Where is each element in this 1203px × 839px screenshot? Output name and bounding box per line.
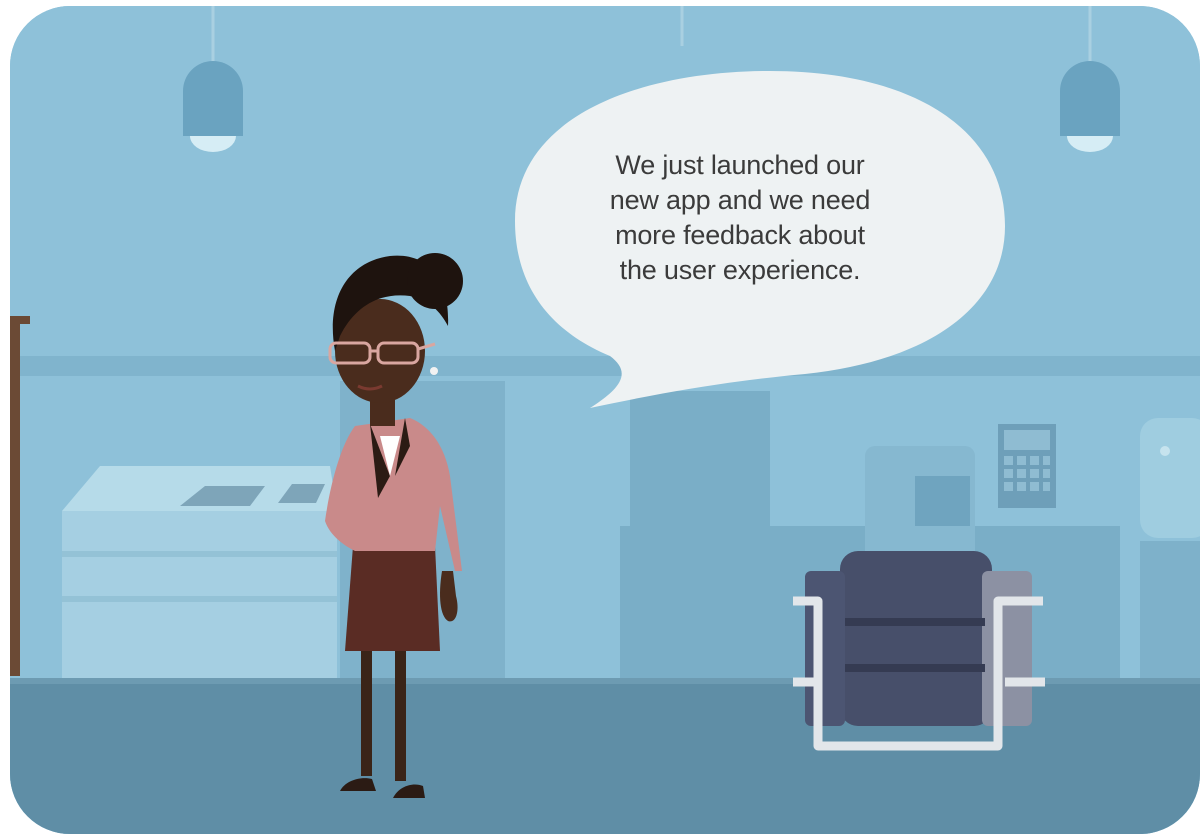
hair-bun <box>407 253 463 309</box>
speech-bubble-text: We just launched our new app and we need… <box>585 148 895 288</box>
speech-line: more feedback about <box>615 220 865 250</box>
wall-band <box>10 356 1200 376</box>
speech-line: new app and we need <box>609 185 871 215</box>
speech-line: the user experience. <box>619 255 861 285</box>
speech-line: We just launched our <box>615 150 865 180</box>
water-cooler-base <box>1140 541 1200 686</box>
lamp-icon <box>1060 61 1120 136</box>
armchair <box>793 551 1045 751</box>
skirt <box>345 546 440 651</box>
office-scene <box>10 6 1200 834</box>
animation-frame: We just launched our new app and we need… <box>10 6 1200 834</box>
lamp-icon <box>183 61 243 136</box>
back-box <box>915 476 970 526</box>
shelf-edge <box>10 316 20 676</box>
water-cooler-bottle <box>1140 418 1200 538</box>
